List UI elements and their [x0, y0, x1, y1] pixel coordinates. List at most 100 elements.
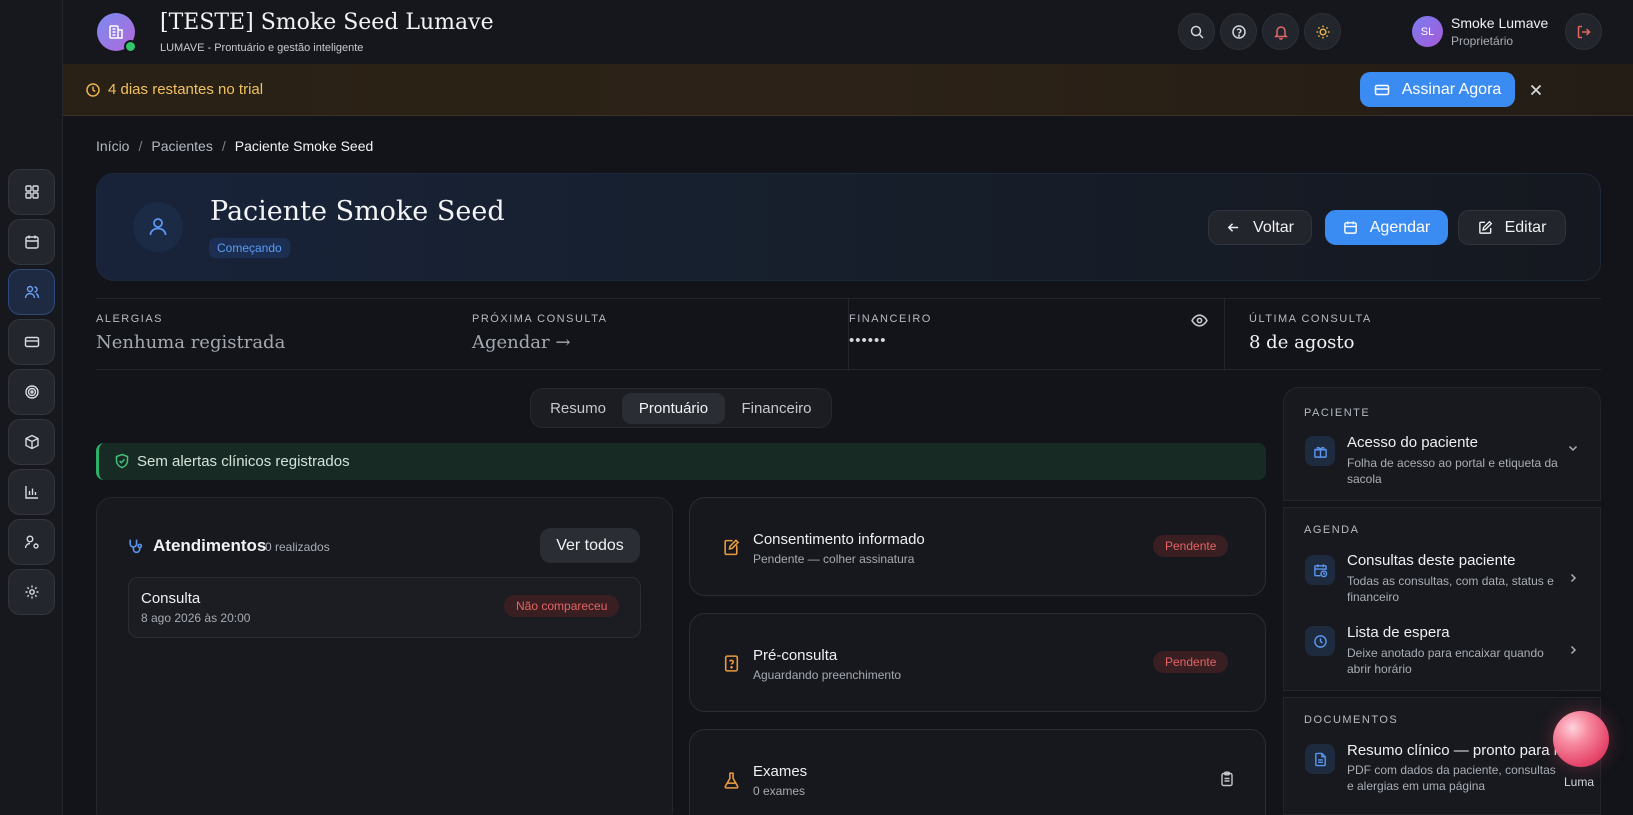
consent-subtitle: Pendente — colher assinatura	[753, 552, 915, 566]
close-icon[interactable]	[1527, 81, 1545, 99]
tab-summary[interactable]: Resumo	[535, 393, 621, 424]
patient-status-badge: Começando	[209, 238, 290, 258]
documents-section-label: DOCUMENTOS	[1304, 714, 1399, 726]
consent-status-badge: Pendente	[1153, 535, 1229, 557]
subscribe-button[interactable]: Assinar Agora	[1360, 72, 1515, 107]
chevron-down-icon[interactable]	[1567, 442, 1579, 454]
patient-appointments-icon-wrap	[1305, 555, 1335, 585]
back-button[interactable]: Voltar	[1208, 210, 1312, 245]
pre-consultation-card[interactable]: Pré-consulta Aguardando preenchimento Pe…	[689, 613, 1266, 712]
gift-icon	[1313, 446, 1327, 458]
pre-consultation-subtitle: Aguardando preenchimento	[753, 668, 902, 682]
flask-icon	[724, 772, 739, 789]
tab-medical-record[interactable]: Prontuário	[622, 393, 725, 424]
app-subtitle: LUMAVE - Prontuário e gestão inteligente	[160, 42, 364, 54]
theme-toggle-button[interactable]	[1304, 13, 1341, 50]
online-status-dot	[124, 40, 137, 53]
schedule-button[interactable]: Agendar	[1325, 210, 1448, 245]
attendance-item[interactable]: Consulta 8 ago 2026 às 20:00 Não compare…	[128, 577, 641, 638]
sun-icon	[1316, 25, 1329, 38]
agenda-section-label: AGENDA	[1304, 524, 1360, 536]
allergies-column: ALERGIAS Nenhuma registrada	[96, 299, 472, 371]
user-avatar[interactable]: SL	[1412, 16, 1443, 47]
finance-label: FINANCEIRO	[849, 313, 932, 325]
subscribe-label: Assinar Agora	[1401, 80, 1502, 98]
attendance-date: 8 ago 2026 às 20:00	[141, 611, 251, 625]
last-appointment-label: ÚLTIMA CONSULTA	[1249, 313, 1372, 325]
sidebar-item-patients[interactable]	[8, 269, 55, 315]
top-header: [TESTE] Smoke Seed Lumave LUMAVE - Pront…	[63, 0, 1633, 64]
clinical-summary-icon-wrap	[1305, 744, 1335, 774]
edit-button[interactable]: Editar	[1458, 210, 1566, 245]
exams-card[interactable]: Exames 0 exames	[689, 729, 1266, 815]
clinical-alert: Sem alertas clínicos registrados	[96, 443, 1266, 480]
sidebar-item-team[interactable]	[8, 519, 55, 565]
patient-section-label: PACIENTE	[1304, 407, 1371, 419]
attendances-title: Atendimentos	[153, 536, 267, 555]
sidebar-item-goals[interactable]	[8, 369, 55, 415]
schedule-label: Agendar	[1369, 218, 1431, 236]
next-appointment-link[interactable]: Agendar →	[472, 332, 570, 353]
target-icon	[24, 385, 39, 399]
sidebar-item-calendar[interactable]	[8, 219, 55, 265]
sidebar-item-reports[interactable]	[8, 469, 55, 515]
exams-title: Exames	[753, 763, 808, 780]
arrow-left-icon	[1227, 223, 1239, 232]
help-icon	[1231, 24, 1246, 39]
assistant-orb[interactable]	[1553, 711, 1609, 767]
search-button[interactable]	[1178, 13, 1215, 50]
patient-access-title[interactable]: Acesso do paciente	[1347, 434, 1478, 451]
finance-column: FINANCEIRO ••••••	[848, 299, 1224, 371]
clipboard-icon[interactable]	[1219, 771, 1235, 787]
sidebar-item-inventory[interactable]	[8, 419, 55, 465]
last-appointment-column: ÚLTIMA CONSULTA 8 de agosto	[1224, 299, 1601, 371]
patient-access-desc: Folha de acesso ao portal e etiqueta da …	[1347, 456, 1558, 486]
chevron-right-icon[interactable]	[1567, 572, 1579, 584]
clinical-summary-desc: PDF com dados da paciente, consultas e a…	[1347, 763, 1556, 793]
app-logo[interactable]	[97, 13, 137, 53]
package-icon	[24, 434, 39, 450]
attendance-title: Consulta	[141, 590, 201, 607]
finance-value: ••••••	[849, 332, 887, 349]
sidebar	[0, 0, 63, 815]
credit-card-icon	[24, 336, 39, 348]
user-name[interactable]: Smoke Lumave	[1451, 15, 1548, 31]
record-tabs: Resumo Prontuário Financeiro	[530, 388, 832, 428]
pre-consultation-title: Pré-consulta	[753, 647, 838, 664]
help-button[interactable]	[1220, 13, 1257, 50]
agenda-section: AGENDA Consultas deste paciente Todas as…	[1283, 507, 1601, 691]
consent-title: Consentimento informado	[753, 531, 925, 548]
file-icon	[1314, 752, 1326, 766]
app-title: [TESTE] Smoke Seed Lumave	[160, 10, 494, 35]
edit-icon	[1478, 220, 1492, 234]
logout-button[interactable]	[1565, 13, 1602, 50]
notifications-button[interactable]	[1262, 13, 1299, 50]
calendar-icon	[1343, 221, 1357, 234]
breadcrumb-home[interactable]: Início	[96, 138, 129, 154]
building-icon	[109, 25, 123, 39]
clinical-summary-title[interactable]: Resumo clínico — pronto para le	[1347, 742, 1557, 759]
patient-name: Paciente Smoke Seed	[210, 196, 505, 227]
sidebar-item-payments[interactable]	[8, 319, 55, 365]
trial-message: 4 dias restantes no trial	[108, 81, 264, 98]
pen-document-icon	[724, 539, 740, 556]
user-icon	[149, 218, 167, 236]
see-all-button[interactable]: Ver todos	[540, 528, 640, 563]
waiting-list-title[interactable]: Lista de espera	[1347, 624, 1450, 641]
calendar-icon	[24, 235, 39, 249]
documents-section: DOCUMENTOS Resumo clínico — pronto para …	[1283, 697, 1601, 815]
patient-info-strip: ALERGIAS Nenhuma registrada PRÓXIMA CONS…	[96, 298, 1601, 371]
patient-appointments-title[interactable]: Consultas deste paciente	[1347, 552, 1515, 569]
credit-card-icon	[1374, 84, 1389, 95]
tab-financial[interactable]: Financeiro	[726, 393, 827, 424]
chevron-right-icon[interactable]	[1567, 644, 1579, 656]
patient-section: PACIENTE Acesso do paciente Folha de ace…	[1283, 387, 1601, 501]
consent-card[interactable]: Consentimento informado Pendente — colhe…	[689, 497, 1266, 596]
breadcrumb-patients[interactable]: Pacientes	[151, 138, 212, 154]
gear-icon	[25, 585, 38, 599]
sidebar-item-dashboard[interactable]	[8, 169, 55, 215]
sidebar-item-settings[interactable]	[8, 569, 55, 615]
eye-icon[interactable]	[1191, 312, 1208, 329]
dashboard-icon	[24, 185, 39, 199]
clock-icon	[1313, 634, 1327, 648]
